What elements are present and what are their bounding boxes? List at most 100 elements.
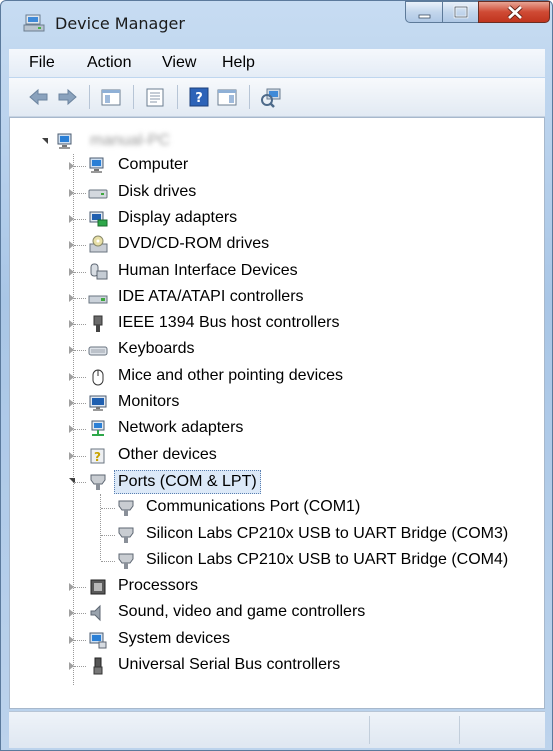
close-button[interactable] xyxy=(478,1,550,23)
window-title: Device Manager xyxy=(55,14,185,33)
tree-item-mice-and-other-pointing-devices[interactable]: Mice and other pointing devices xyxy=(10,365,544,389)
tree-connector xyxy=(74,429,86,431)
tree-item-monitors[interactable]: Monitors xyxy=(10,391,544,415)
tree-connector xyxy=(74,666,86,667)
port-icon xyxy=(118,500,134,517)
category-label: Processors xyxy=(118,577,199,595)
collapse-arrow-icon[interactable] xyxy=(42,138,48,144)
port-icon xyxy=(90,474,106,490)
tree-child-port[interactable]: Silicon Labs CP210x USB to UART Bridge (… xyxy=(10,549,544,573)
category-label: Universal Serial Bus controllers xyxy=(118,656,341,673)
category-label: Sound, video and game controllers xyxy=(118,603,366,621)
action-pane-icon[interactable] xyxy=(215,86,239,108)
collapse-arrow-icon[interactable] xyxy=(69,477,75,484)
tree-item-network-adapters[interactable]: Network adapters xyxy=(10,417,544,441)
tree-item-computer[interactable]: Computer xyxy=(10,154,544,178)
tree-item-keyboards[interactable]: Keyboards xyxy=(10,338,544,362)
menu-file[interactable]: File xyxy=(29,54,55,72)
category-label: IDE ATA/ATAPI controllers xyxy=(118,287,304,305)
category-label: Ports (COM & LPT) xyxy=(114,469,261,494)
port-icon xyxy=(118,553,134,569)
maximize-button[interactable] xyxy=(442,1,479,23)
tree-connector xyxy=(101,508,115,510)
category-label: Disk drives xyxy=(118,182,197,200)
tree-connector xyxy=(74,639,86,641)
svg-text:?: ? xyxy=(94,450,101,464)
toolbar-separator xyxy=(89,85,90,109)
tree-connector xyxy=(74,587,86,589)
title-bar[interactable]: Device Manager xyxy=(1,1,552,45)
scan-hardware-icon[interactable] xyxy=(259,86,283,108)
device-label: Communications Port (COM1) xyxy=(146,498,361,516)
system-devices-icon xyxy=(89,632,107,649)
tree-connector xyxy=(74,455,86,457)
tree-item-display-adapters[interactable]: Display adapters xyxy=(10,207,544,231)
tree-child-port[interactable]: Silicon Labs CP210x USB to UART Bridge (… xyxy=(10,523,544,547)
tree-connector xyxy=(74,245,86,247)
category-label: Mice and other pointing devices xyxy=(118,366,344,384)
ide-controller-icon xyxy=(88,295,108,304)
tree-connector xyxy=(74,613,86,615)
monitor-icon xyxy=(89,395,107,411)
menu-action[interactable]: Action xyxy=(87,54,131,72)
computer-icon xyxy=(89,157,104,174)
tree-connector xyxy=(101,534,115,536)
processor-icon xyxy=(90,579,106,595)
usb-icon xyxy=(93,657,103,675)
device-manager-window: Device Manager File Action View Help ? manu… xyxy=(0,0,553,751)
device-manager-icon xyxy=(23,14,45,32)
tree-connector xyxy=(101,560,115,562)
tree-item-universal-serial-bus-controllers[interactable]: Universal Serial Bus controllers xyxy=(10,654,544,678)
tree-item-dvd-cd-rom-drives[interactable]: DVD/CD-ROM drives xyxy=(10,233,544,257)
minimize-button[interactable] xyxy=(405,1,443,23)
computer-name-label: manual-PC xyxy=(90,132,171,149)
tree-item-ieee-1394-bus-host-controllers[interactable]: IEEE 1394 Bus host controllers xyxy=(10,312,544,336)
tree-item-disk-drives[interactable]: Disk drives xyxy=(10,181,544,205)
category-label: Other devices xyxy=(118,445,217,463)
tree-item-sound-video-and-game-controllers[interactable]: Sound, video and game controllers xyxy=(10,601,544,625)
tree-connector xyxy=(74,218,86,220)
toolbar: ? xyxy=(9,78,545,117)
tree-connector xyxy=(74,324,86,326)
toolbar-separator xyxy=(177,85,178,109)
forward-icon[interactable] xyxy=(55,86,79,108)
tree-root[interactable]: manual-PC xyxy=(10,130,544,154)
computer-icon xyxy=(57,133,72,149)
tree-connector xyxy=(74,297,86,299)
port-icon xyxy=(118,527,134,543)
tree-item-human-interface-devices[interactable]: Human Interface Devices xyxy=(10,260,544,284)
tree-child-port[interactable]: Communications Port (COM1) xyxy=(10,496,544,520)
mouse-icon xyxy=(92,369,104,386)
back-icon[interactable] xyxy=(27,86,51,108)
category-label: System devices xyxy=(118,629,231,647)
help-icon[interactable]: ? xyxy=(187,86,211,108)
minimize-icon xyxy=(418,14,431,19)
properties-icon[interactable] xyxy=(143,86,167,108)
disk-drive-icon xyxy=(88,189,108,199)
tree-item-processors[interactable]: Processors xyxy=(10,575,544,599)
tree-connector xyxy=(74,403,86,404)
display-adapter-icon xyxy=(89,211,108,227)
menu-bar: File Action View Help xyxy=(9,49,545,77)
category-label: Display adapters xyxy=(118,208,238,226)
tree-item-system-devices[interactable]: System devices xyxy=(10,628,544,652)
category-label: Human Interface Devices xyxy=(118,261,298,279)
device-tree[interactable]: manual-PC Computer Disk drives Display adap… xyxy=(9,117,545,709)
menu-view[interactable]: View xyxy=(162,54,196,72)
tree-item-ports-com-lpt[interactable]: Ports (COM & LPT) xyxy=(10,469,544,494)
toolbar-separator xyxy=(133,85,134,109)
tree-connector xyxy=(74,271,86,273)
tree-connector xyxy=(74,166,86,168)
network-adapter-icon xyxy=(91,420,105,437)
hid-icon xyxy=(90,263,108,279)
category-label: IEEE 1394 Bus host controllers xyxy=(118,314,340,332)
category-label: Monitors xyxy=(118,393,180,410)
category-label: DVD/CD-ROM drives xyxy=(118,235,270,253)
category-label: Computer xyxy=(118,156,189,174)
dvd-drive-icon xyxy=(89,235,108,253)
tree-item-other-devices[interactable]: ? Other devices xyxy=(10,444,544,468)
tree-connector xyxy=(74,376,86,378)
menu-help[interactable]: Help xyxy=(222,54,255,72)
tree-item-ide-ata-atapi-controllers[interactable]: IDE ATA/ATAPI controllers xyxy=(10,286,544,310)
show-hide-console-tree-icon[interactable] xyxy=(99,86,123,108)
